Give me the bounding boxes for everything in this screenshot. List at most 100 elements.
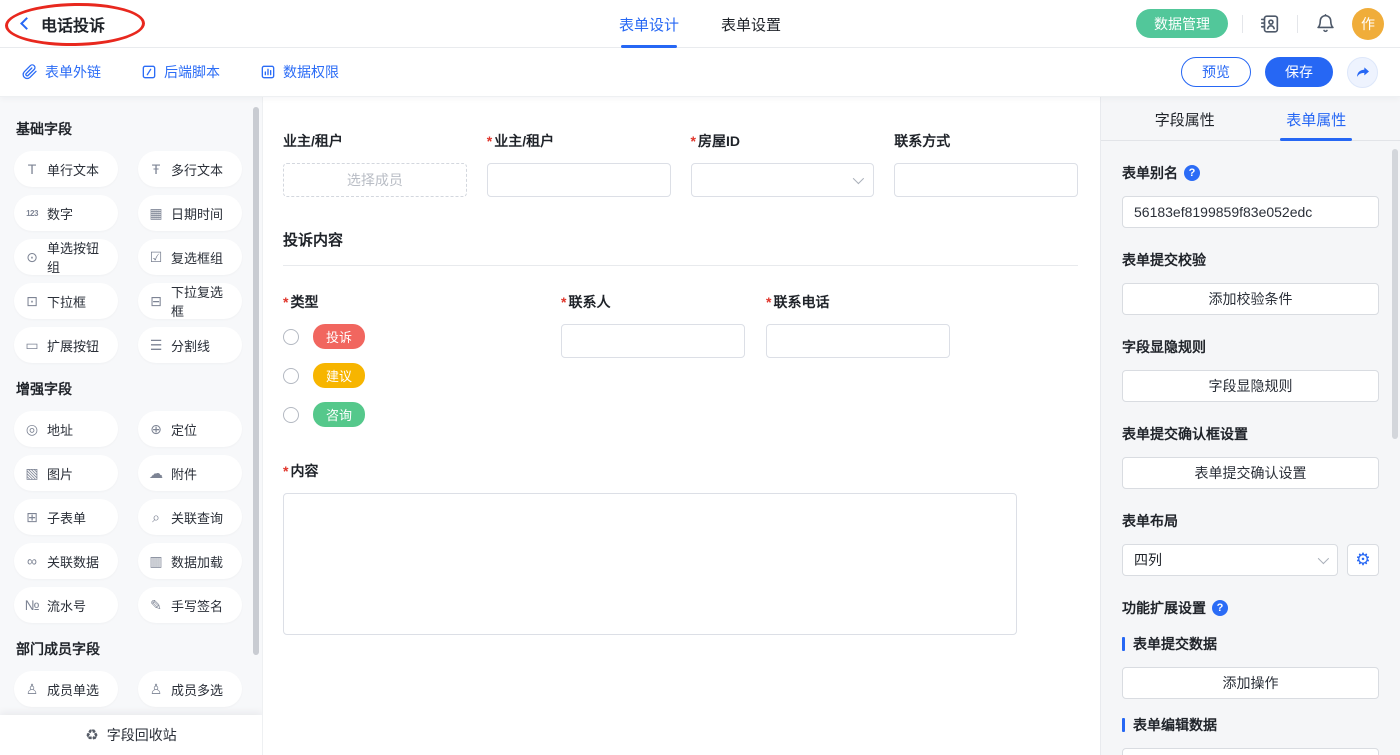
submit-confirm-button[interactable]: 表单提交确认设置 [1122,457,1379,489]
radio-option-suggestion[interactable]: 建议 [283,363,561,388]
field-label: 地址 [47,420,73,439]
contact-method-input[interactable] [894,163,1078,197]
content-textarea[interactable] [283,493,1017,635]
field-label: 扩展按钮 [47,336,99,355]
backend-script-button[interactable]: 后端脚本 [141,62,220,82]
save-button[interactable]: 保存 [1265,57,1333,87]
panel-scrollbar[interactable] [1392,149,1398,439]
notification-bell-icon[interactable] [1312,11,1338,37]
tab-field-properties[interactable]: 字段属性 [1155,97,1215,141]
radio-option-complaint[interactable]: 投诉 [283,324,561,349]
form-alias-heading: 表单别名 ? [1122,163,1379,183]
external-link-button[interactable]: 表单外链 [22,62,101,82]
field-owner-tenant-member[interactable]: 业主/租户 选择成员 [283,131,467,197]
form-layout-heading: 表单布局 [1122,511,1379,531]
field-contact-phone[interactable]: *联系电话 [766,292,971,441]
field-label: *房屋ID [691,131,875,151]
field-visibility-button[interactable]: 字段显隐规则 [1122,370,1379,402]
radio-option-consultation[interactable]: 咨询 [283,402,561,427]
field-contact-method[interactable]: 联系方式 [894,131,1078,197]
field-library-sidebar: 基础字段 T单行文本 Ŧ多行文本 123数字 ▦日期时间 ⊙单选按钮组 ☑复选框… [0,97,262,755]
layout-select[interactable]: 四列 [1122,544,1338,576]
field-item-member-multi[interactable]: ♙成员多选 [138,671,242,707]
field-label: *类型 [283,292,561,312]
field-item-member-single[interactable]: ♙成员单选 [14,671,118,707]
field-recycle-bin[interactable]: ♻ 字段回收站 [0,715,262,755]
field-item-image[interactable]: ▧图片 [14,455,118,491]
field-type[interactable]: *类型 投诉 建议 咨询 [283,292,561,441]
preview-button[interactable]: 预览 [1181,57,1251,87]
blue-accent-bar [1122,637,1125,651]
field-label: 图片 [47,464,73,483]
tab-form-settings[interactable]: 表单设置 [721,0,781,48]
submit-data-add-action-button[interactable]: 添加操作 [1122,667,1379,699]
field-item-serial-number[interactable]: №流水号 [14,587,118,623]
edit-data-add-action-button[interactable]: 添加操作 [1122,748,1379,755]
field-item-multi-line-text[interactable]: Ŧ多行文本 [138,151,242,187]
field-item-single-line-text[interactable]: T单行文本 [14,151,118,187]
person-icon: ♙ [24,681,40,698]
help-icon[interactable]: ? [1184,165,1200,181]
house-id-select[interactable] [691,163,875,197]
submit-validation-heading: 表单提交校验 [1122,250,1379,270]
tab-form-properties[interactable]: 表单属性 [1286,97,1346,141]
back-navigation[interactable]: 电话投诉 [16,12,105,36]
field-item-checkbox-group[interactable]: ☑复选框组 [138,239,242,275]
form-design-canvas: 业主/租户 选择成员 *业主/租户 *房屋ID 联系方式 投诉内容 *类型 [262,97,1100,755]
radio-icon[interactable] [283,368,299,384]
contact-phone-input[interactable] [766,324,950,358]
back-chevron-icon [20,17,33,30]
field-item-extend-button[interactable]: ▭扩展按钮 [14,327,118,363]
field-item-related-data[interactable]: ∞关联数据 [14,543,118,579]
search-icon: ⌕ [148,509,164,526]
field-item-radio-group[interactable]: ⊙单选按钮组 [14,239,118,275]
radio-icon[interactable] [283,407,299,423]
field-item-select[interactable]: ⊡下拉框 [14,283,118,319]
enhanced-fields-grid: ◎地址 ⊕定位 ▧图片 ☁附件 ⊞子表单 ⌕关联查询 ∞关联数据 ▥数据加载 №… [0,411,262,623]
field-owner-tenant-text[interactable]: *业主/租户 [487,131,671,197]
form-alias-input[interactable] [1122,196,1379,228]
field-label: 数据加载 [171,552,223,571]
owner-tenant-input[interactable] [487,163,671,197]
field-label: 下拉复选框 [171,282,232,320]
field-label: 手写签名 [171,596,223,615]
field-content[interactable]: *内容 [283,461,1078,635]
tab-form-design[interactable]: 表单设计 [619,0,679,48]
data-permission-button[interactable]: 数据权限 [260,62,339,82]
field-label: 关联数据 [47,552,99,571]
user-avatar[interactable]: 作 [1352,8,1384,40]
contact-person-input[interactable] [561,324,745,358]
field-contact-person[interactable]: *联系人 [561,292,766,441]
field-item-attachment[interactable]: ☁附件 [138,455,242,491]
calendar-icon: ▦ [148,205,164,222]
field-house-id[interactable]: *房屋ID [691,131,875,197]
field-label: 附件 [171,464,197,483]
field-item-divider-line[interactable]: ☰分割线 [138,327,242,363]
radio-icon[interactable] [283,329,299,345]
share-button[interactable] [1347,57,1378,88]
add-validation-button[interactable]: 添加校验条件 [1122,283,1379,315]
data-manage-button[interactable]: 数据管理 [1136,9,1228,38]
radio-icon: ⊙ [24,249,40,266]
field-item-signature[interactable]: ✎手写签名 [138,587,242,623]
field-item-multi-select[interactable]: ⊟下拉复选框 [138,283,242,319]
field-item-datetime[interactable]: ▦ 日期时间 [138,195,242,231]
field-item-number[interactable]: 123数字 [14,195,118,231]
field-label: *内容 [283,461,1078,481]
permission-chart-icon [260,64,276,80]
layout-settings-button[interactable]: ⚙ [1347,544,1379,576]
submit-confirm-heading: 表单提交确认框设置 [1122,424,1379,444]
form-row-2: *类型 投诉 建议 咨询 *联系人 *联系电话 [283,292,1078,441]
sidebar-scrollbar[interactable] [253,107,259,655]
form-toolbar: 表单外链 后端脚本 数据权限 预览 保存 [0,48,1400,97]
field-item-related-query[interactable]: ⌕关联查询 [138,499,242,535]
help-icon[interactable]: ? [1212,600,1228,616]
field-item-location[interactable]: ⊕定位 [138,411,242,447]
field-item-subform[interactable]: ⊞子表单 [14,499,118,535]
field-item-address[interactable]: ◎地址 [14,411,118,447]
member-picker[interactable]: 选择成员 [283,163,467,197]
badge-consultation: 咨询 [313,402,365,427]
field-item-data-load[interactable]: ▥数据加载 [138,543,242,579]
field-label: 日期时间 [171,204,223,223]
contacts-book-icon[interactable] [1257,11,1283,37]
